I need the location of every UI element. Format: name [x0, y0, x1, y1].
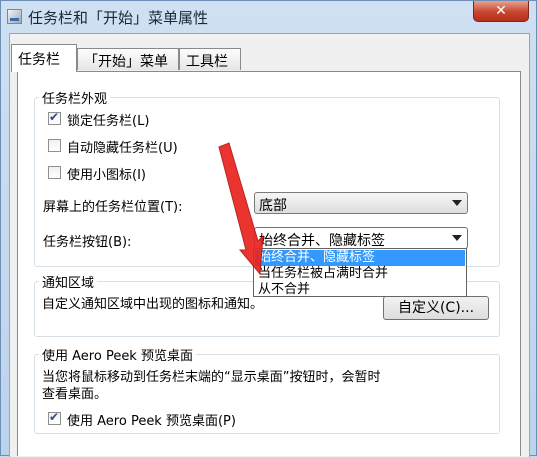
small-icons-checkbox[interactable] [48, 166, 61, 179]
title-bar[interactable]: 任务栏和「开始」菜单属性 ✕ [1, 1, 536, 33]
tab-start-menu[interactable]: 「开始」菜单 [77, 48, 179, 70]
auto-hide-label: 自动隐藏任务栏(U) [67, 141, 178, 156]
customize-button[interactable]: 自定义(C)... [383, 296, 489, 320]
notification-description: 自定义通知区域中出现的图标和通知。 [42, 297, 264, 312]
buttons-value: 始终合并、隐藏标签 [259, 233, 385, 249]
position-select[interactable]: 底部 [254, 192, 468, 214]
dropdown-option-always-combine[interactable]: 始终合并、隐藏标签 [255, 250, 465, 266]
dropdown-option-never-combine[interactable]: 从不合并 [255, 282, 465, 298]
close-button[interactable]: ✕ [473, 1, 529, 22]
tab-toolbars[interactable]: 工具栏 [179, 48, 241, 70]
check-mark-icon: ✔ [49, 110, 60, 124]
notification-group-title: 通知区域 [39, 272, 98, 291]
tab-taskbar[interactable]: 任务栏 [11, 44, 77, 72]
position-label: 屏幕上的任务栏位置(T): [43, 200, 183, 215]
aero-peek-group-title: 使用 Aero Peek 预览桌面 [39, 345, 196, 364]
dropdown-option-combine-when-full[interactable]: 当任务栏被占满时合并 [255, 266, 465, 282]
buttons-dropdown-list: 始终合并、隐藏标签 当任务栏被占满时合并 从不合并 [253, 248, 467, 297]
check-mark-icon: ✔ [49, 410, 60, 424]
position-value: 底部 [259, 198, 287, 214]
buttons-select[interactable]: 始终合并、隐藏标签 [254, 227, 468, 249]
appearance-group-title: 任务栏外观 [39, 88, 111, 107]
dropdown-arrow-icon [452, 235, 462, 241]
taskbar-app-icon [7, 9, 22, 24]
dropdown-arrow-icon [452, 200, 462, 206]
aero-peek-checkbox-label: 使用 Aero Peek 预览桌面(P) [67, 414, 236, 429]
small-icons-label: 使用小图标(I) [67, 168, 146, 183]
lock-taskbar-checkbox[interactable]: ✔ [48, 110, 61, 125]
buttons-label: 任务栏按钮(B): [43, 235, 132, 250]
auto-hide-checkbox[interactable] [48, 139, 61, 152]
aero-peek-description-line2: 查看桌面。 [42, 387, 108, 402]
lock-taskbar-label: 锁定任务栏(L) [67, 114, 150, 129]
window-title: 任务栏和「开始」菜单属性 [28, 9, 209, 27]
aero-peek-checkbox[interactable]: ✔ [48, 410, 61, 425]
